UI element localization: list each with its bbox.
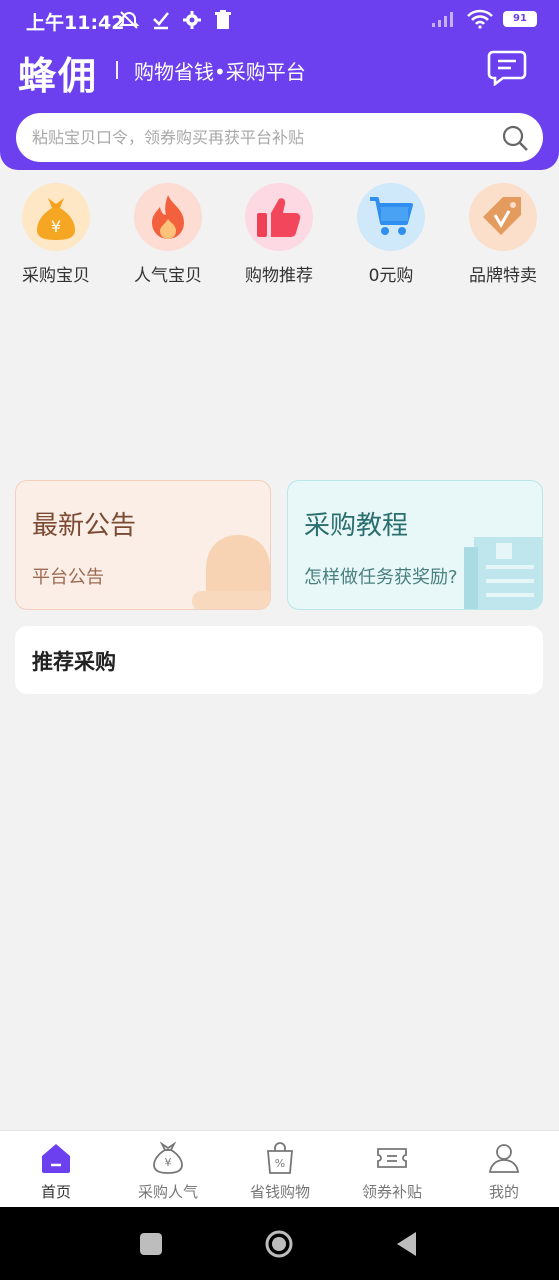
tab-home[interactable]: 首页	[0, 1131, 112, 1208]
recommend-section: 推荐采购	[15, 626, 543, 694]
category-label: 购物推荐	[245, 266, 313, 286]
back-icon[interactable]	[392, 1229, 422, 1259]
category-item-popular[interactable]: 人气宝贝	[118, 183, 218, 286]
system-nav-bar	[0, 1207, 559, 1280]
tutorial-title: 采购教程	[304, 511, 409, 541]
document-icon	[464, 537, 542, 609]
brand-divider	[116, 61, 118, 79]
notice-title: 最新公告	[32, 511, 137, 541]
signal-icon	[432, 12, 453, 27]
trash-icon	[215, 10, 231, 29]
bell-icon	[192, 535, 270, 609]
recent-apps-icon[interactable]	[136, 1229, 166, 1259]
alarm-off-icon	[118, 11, 140, 29]
thumbs-up-icon	[245, 183, 313, 251]
home-button-icon[interactable]	[264, 1229, 294, 1259]
header: 上午11:42 91 蜂佣 购物省钱•采购平台	[0, 0, 559, 170]
fire-icon	[134, 183, 202, 251]
category-item-brand[interactable]: 品牌特卖	[453, 183, 553, 286]
home-icon	[42, 1144, 70, 1173]
nav-label: 领券补贴	[361, 1183, 422, 1201]
profile-icon	[488, 1144, 520, 1173]
search-input[interactable]	[32, 113, 502, 162]
notice-subtitle: 平台公告	[32, 567, 104, 588]
tutorial-card[interactable]: 采购教程 怎样做任务获奖励?	[287, 480, 543, 610]
category-item-free[interactable]: 0元购	[341, 183, 441, 286]
search-bar[interactable]	[16, 113, 543, 162]
category-label: 品牌特卖	[469, 266, 537, 286]
nav-label: 首页	[40, 1183, 71, 1201]
category-label: 0元购	[368, 266, 414, 286]
category-label: 采购宝贝	[22, 266, 90, 286]
svg-text:%: %	[275, 1157, 285, 1170]
brand-subtitle: 购物省钱•采购平台	[134, 60, 306, 84]
notice-card[interactable]: 最新公告 平台公告	[15, 480, 271, 610]
tab-popular[interactable]: ¥ 采购人气	[112, 1131, 224, 1208]
bottom-nav: 首页 ¥ 采购人气 % 省钱购物 领券补贴 我的	[0, 1130, 559, 1207]
svg-text:¥: ¥	[165, 1156, 172, 1169]
money-bag-icon: ¥	[22, 183, 90, 251]
message-icon[interactable]	[487, 50, 527, 86]
battery-indicator: 91	[503, 11, 537, 27]
nav-label: 省钱购物	[249, 1183, 310, 1201]
money-bag-outline-icon: ¥	[153, 1141, 183, 1174]
tab-coupon[interactable]: 领券补贴	[336, 1131, 448, 1208]
tab-profile[interactable]: 我的	[448, 1131, 559, 1208]
recommend-title: 推荐采购	[32, 650, 116, 674]
category-item-recommend[interactable]: 购物推荐	[229, 183, 329, 286]
category-item-purchase[interactable]: ¥ 采购宝贝	[6, 183, 106, 286]
wifi-icon	[467, 9, 493, 29]
shopping-bag-percent-icon: %	[267, 1142, 293, 1174]
search-icon[interactable]	[501, 124, 529, 152]
nav-label: 采购人气	[137, 1183, 198, 1201]
tag-icon	[469, 183, 537, 251]
settings-icon	[183, 11, 201, 29]
tutorial-subtitle: 怎样做任务获奖励?	[304, 567, 458, 588]
nav-label: 我的	[488, 1183, 519, 1201]
category-grid: ¥ 采购宝贝 人气宝贝 购物推荐 0元购 品牌特卖	[0, 183, 559, 293]
status-time: 上午11:42	[26, 12, 125, 34]
tab-save[interactable]: % 省钱购物	[224, 1131, 336, 1208]
coupon-icon	[377, 1148, 407, 1168]
cart-icon	[357, 183, 425, 251]
check-download-icon	[153, 12, 169, 30]
app-brand: 蜂佣	[18, 54, 99, 98]
svg-text:¥: ¥	[51, 217, 61, 236]
category-label: 人气宝贝	[134, 266, 202, 286]
status-bar: 上午11:42 91	[0, 0, 559, 42]
